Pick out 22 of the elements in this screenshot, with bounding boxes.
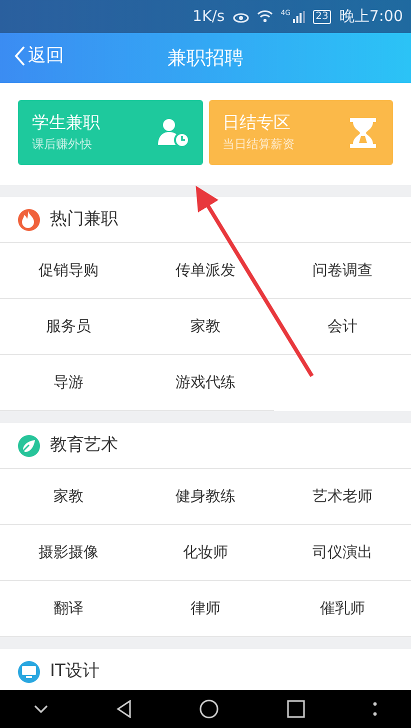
eye-icon bbox=[232, 10, 249, 22]
card-title: 学生兼职 bbox=[32, 112, 100, 135]
signal-icon bbox=[292, 10, 305, 22]
home-icon[interactable] bbox=[199, 699, 220, 719]
hourglass-icon bbox=[347, 116, 379, 148]
page-title: 兼职招聘 bbox=[168, 46, 244, 71]
back-icon[interactable] bbox=[116, 700, 132, 718]
section-title: 教育艺术 bbox=[50, 434, 118, 457]
clock: 晚上7:00 bbox=[339, 6, 403, 28]
section-title: IT设计 bbox=[50, 660, 100, 683]
chevron-left-icon bbox=[14, 44, 26, 66]
section-title: 热门兼职 bbox=[50, 208, 118, 231]
network-speed: 1K/s bbox=[192, 6, 225, 28]
battery-level: 23 bbox=[312, 10, 332, 24]
recents-icon[interactable] bbox=[287, 700, 306, 718]
card-title: 日结专区 bbox=[222, 112, 292, 135]
collapse-icon[interactable] bbox=[34, 705, 48, 713]
wifi-icon bbox=[256, 10, 273, 23]
more-icon[interactable] bbox=[373, 701, 378, 717]
person-clock-icon bbox=[156, 116, 188, 148]
card-subtitle: 课后赚外快 bbox=[32, 136, 93, 153]
card-subtitle: 当日结算薪资 bbox=[222, 136, 294, 153]
